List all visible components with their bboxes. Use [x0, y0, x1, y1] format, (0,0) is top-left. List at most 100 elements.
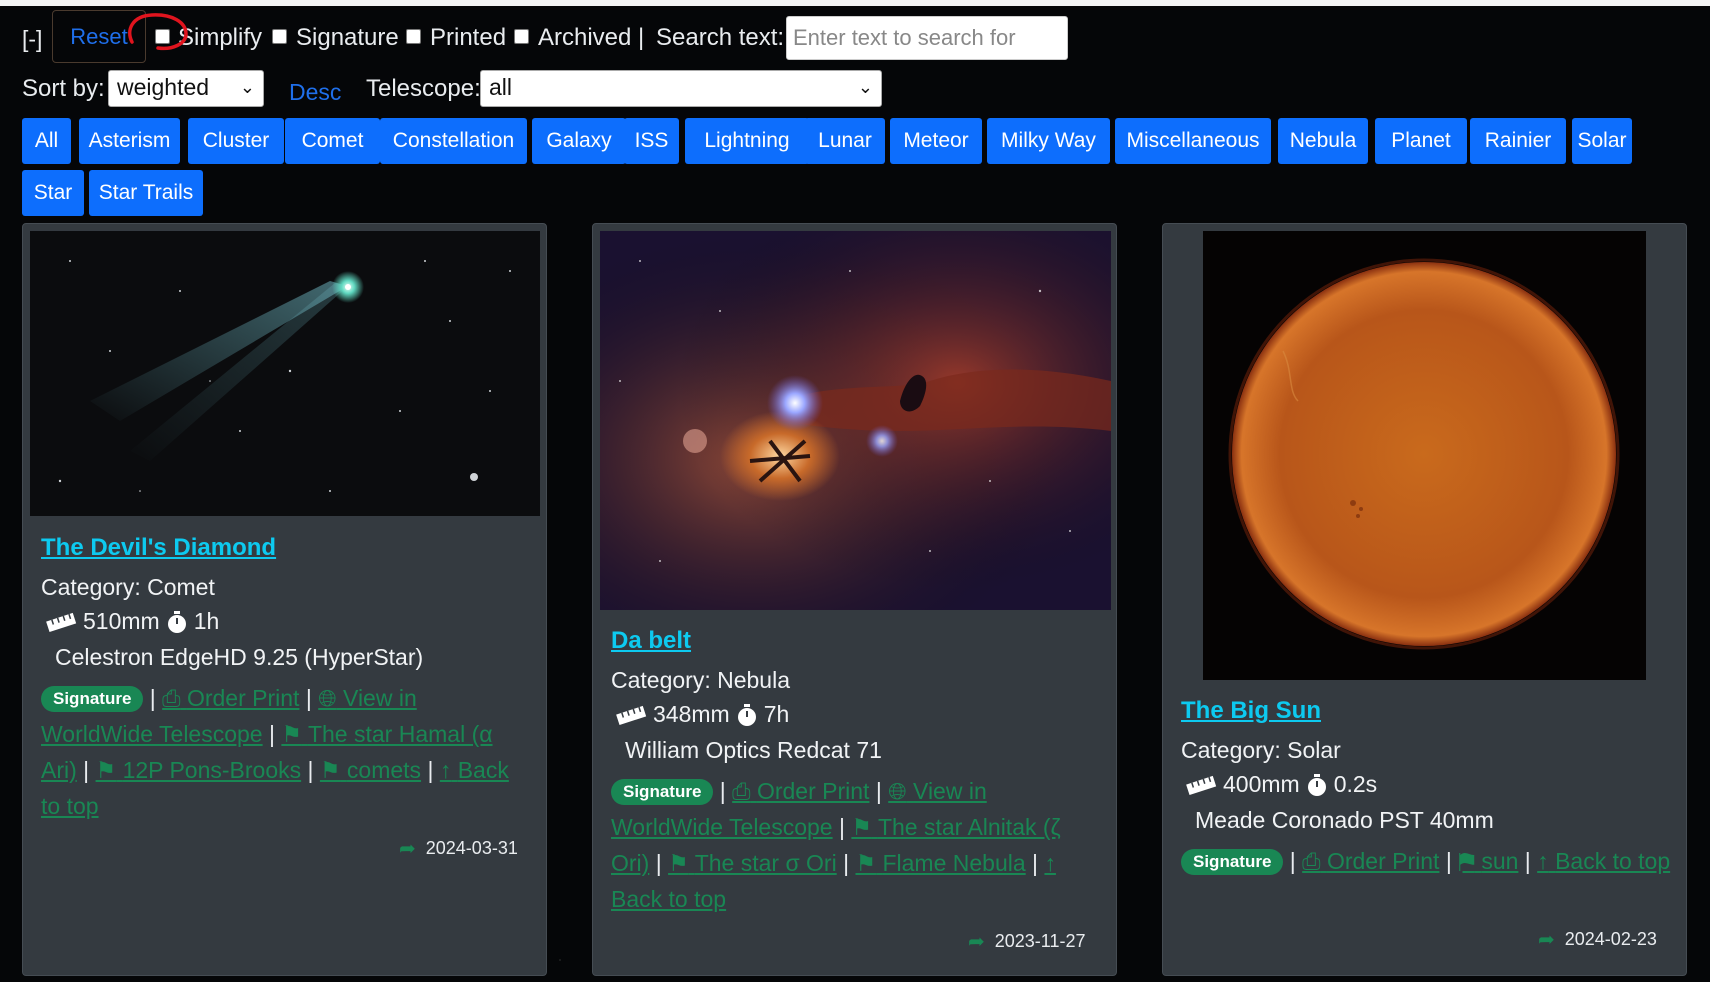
order-print-link[interactable]: ⎙ Order Print: [1302, 848, 1439, 874]
collapse-toggle[interactable]: [-]: [22, 26, 42, 53]
order-print-link[interactable]: ⎙ Order Print: [162, 685, 299, 711]
sort-select-value: weighted: [117, 74, 210, 100]
signature-badge: Signature: [1181, 849, 1284, 875]
telescope-label: Telescope:: [366, 75, 481, 102]
category-pill-meteor[interactable]: Meteor: [890, 118, 982, 164]
category-pill-solar[interactable]: Solar: [1572, 118, 1632, 164]
ruler-icon: [616, 705, 647, 725]
comet-photo[interactable]: [30, 231, 540, 516]
category-pill-miscellaneous[interactable]: Miscellaneous: [1115, 118, 1271, 164]
photo-card: Da belt Category: Nebula 348mm 7h Willia…: [592, 223, 1117, 976]
category-pill-star[interactable]: Star: [22, 170, 84, 216]
stopwatch-icon: [167, 610, 186, 633]
card-telescope: William Optics Redcat 71: [625, 737, 882, 763]
card-category: Category: Comet: [41, 574, 215, 600]
category-pill-planet[interactable]: Planet: [1375, 118, 1467, 164]
tag-link[interactable]: ⚑ The star σ Ori: [668, 850, 837, 876]
sort-order-toggle[interactable]: Desc: [289, 79, 341, 106]
back-to-top-link[interactable]: ↑ Back to top: [1537, 848, 1670, 874]
printer-icon: ⎙: [732, 778, 751, 804]
arrow-up-icon: ↑: [1537, 848, 1549, 874]
signature-badge: Signature: [41, 686, 144, 712]
card-date: ➦ 2023-11-27: [968, 929, 1086, 954]
archived-label: Archived |: [538, 24, 645, 51]
card-title-link[interactable]: Da belt: [611, 627, 691, 655]
card-links: Signature | ⎙ Order Print | 🌐︎ View in Wo…: [611, 778, 1061, 912]
tag-icon: ⚑: [668, 850, 689, 876]
category-pill-galaxy[interactable]: Galaxy: [532, 118, 626, 164]
simplify-label: Simplify: [178, 24, 263, 51]
ruler-icon: [46, 612, 77, 632]
tag-icon: ⚑: [95, 757, 117, 783]
search-input[interactable]: [786, 16, 1068, 60]
order-print-link[interactable]: ⎙ Order Print: [732, 778, 869, 804]
card-category: Category: Nebula: [611, 667, 790, 693]
photo-card: The Devil's Diamond Category: Comet 510m…: [22, 223, 547, 976]
archived-checkbox[interactable]: [514, 29, 529, 44]
category-pill-all[interactable]: All: [22, 118, 71, 164]
card-specs: 400mm 0.2s: [1185, 771, 1377, 798]
tag-link[interactable]: ⚑ sun: [1458, 848, 1518, 874]
stopwatch-icon: [1307, 773, 1326, 796]
exposure-time: 1h: [193, 608, 220, 634]
card-title-link[interactable]: The Devil's Diamond: [41, 534, 276, 562]
card-telescope: Meade Coronado PST 40mm: [1195, 807, 1494, 833]
sort-label: Sort by:: [22, 75, 105, 102]
card-category: Category: Solar: [1181, 737, 1341, 763]
chevron-down-icon: ⌄: [857, 77, 873, 97]
exposure-time: 0.2s: [1333, 771, 1378, 797]
card-date: ➦ 2024-02-23: [1538, 927, 1657, 952]
tag-icon: ⚑: [855, 850, 877, 876]
signature-checkbox[interactable]: [272, 29, 287, 44]
date-text: 2024-02-23: [1564, 929, 1657, 949]
card-links: Signature | ⎙ Order Print | ⚑ sun | ↑ Ba…: [1181, 843, 1671, 879]
red-annotation-circle: [128, 13, 188, 51]
category-pill-cluster[interactable]: Cluster: [188, 118, 284, 164]
tag-link[interactable]: ⚑ comets: [320, 757, 421, 783]
card-date: ➦ 2024-03-31: [399, 836, 518, 861]
card-links: Signature | ⎙ Order Print | 🌐︎ View in Wo…: [41, 685, 509, 819]
sort-select[interactable]: weighted ⌄: [108, 70, 264, 107]
date-text: 2023-11-27: [994, 931, 1086, 951]
tag-icon: ⚑: [851, 814, 872, 840]
filter-toolbar: [-] Reset Simplify Signature Printed Arc…: [0, 6, 1710, 63]
telescope-select[interactable]: all ⌄: [480, 70, 882, 107]
share-icon[interactable]: ➦: [399, 836, 416, 861]
sun-photo[interactable]: [1203, 231, 1646, 680]
category-pill-milky-way[interactable]: Milky Way: [987, 118, 1110, 164]
printed-checkbox[interactable]: [406, 29, 421, 44]
globe-icon: 🌐︎: [888, 778, 907, 804]
category-pill-lunar[interactable]: Lunar: [805, 118, 885, 164]
category-pill-nebula[interactable]: Nebula: [1278, 118, 1368, 164]
tag-icon: ⚑: [319, 757, 341, 783]
card-title-link[interactable]: The Big Sun: [1181, 697, 1321, 725]
tag-link[interactable]: ⚑ Flame Nebula: [855, 850, 1025, 876]
globe-icon: 🌐︎: [318, 685, 337, 711]
category-pill-constellation[interactable]: Constellation: [380, 118, 527, 164]
share-icon[interactable]: ➦: [1538, 927, 1555, 952]
category-pill-star-trails[interactable]: Star Trails: [89, 170, 203, 216]
category-pill-comet[interactable]: Comet: [285, 118, 380, 164]
focal-length: 348mm: [653, 701, 730, 727]
photo-card: The Big Sun Category: Solar 400mm 0.2s M…: [1162, 223, 1687, 976]
category-pill-iss[interactable]: ISS: [624, 118, 679, 164]
nebula-photo[interactable]: [600, 231, 1111, 610]
tag-icon: ⚑: [281, 721, 302, 747]
search-label: Search text:: [656, 24, 785, 51]
card-telescope: Celestron EdgeHD 9.25 (HyperStar): [55, 644, 424, 670]
tag-link[interactable]: ⚑ 12P Pons-Brooks: [96, 757, 302, 783]
arrow-up-icon: ↑: [439, 757, 452, 783]
printer-icon: ⎙: [1302, 848, 1321, 874]
focal-length: 400mm: [1223, 771, 1300, 797]
card-specs: 348mm 7h: [615, 701, 789, 728]
category-pill-rainier[interactable]: Rainier: [1470, 118, 1566, 164]
category-pill-lightning[interactable]: Lightning: [685, 118, 809, 164]
ruler-icon: [1186, 775, 1217, 795]
share-icon[interactable]: ➦: [968, 929, 985, 954]
printed-label: Printed: [430, 24, 507, 51]
focal-length: 510mm: [83, 608, 160, 634]
telescope-select-value: all: [489, 74, 513, 100]
printer-icon: ⎙: [162, 685, 181, 711]
card-specs: 510mm 1h: [45, 608, 219, 635]
category-pill-asterism[interactable]: Asterism: [79, 118, 180, 164]
